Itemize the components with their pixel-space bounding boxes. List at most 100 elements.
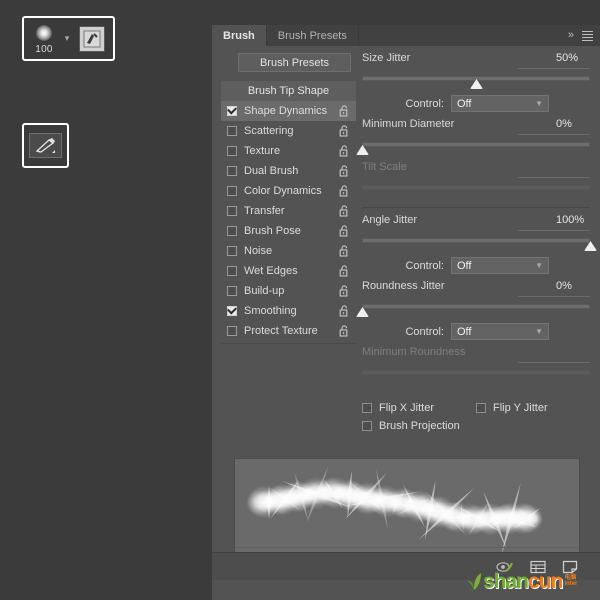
brush-panel: Brush Brush Presets » Brush Presets Brus… [212, 25, 600, 600]
brush-option-transfer[interactable]: Transfer [221, 201, 356, 221]
tab-brush-presets[interactable]: Brush Presets [267, 25, 359, 46]
padlock-open-icon[interactable] [339, 185, 350, 200]
minimum-roundness-slider [362, 367, 590, 383]
size-jitter-value-underline [518, 68, 590, 69]
brush-option-smoothing[interactable]: Smoothing [221, 301, 356, 321]
tilt-scale-label: Tilt Scale [362, 161, 407, 173]
soft-round-brush-icon [36, 24, 52, 41]
padlock-open-icon [339, 185, 348, 197]
padlock-open-icon[interactable] [339, 245, 350, 260]
padlock-open-icon [339, 325, 348, 337]
size-jitter-label: Size Jitter [362, 52, 411, 64]
minimum-diameter-label: Minimum Diameter [362, 118, 455, 130]
watermark-part2: cun [528, 569, 563, 593]
size-control-label: Control: [405, 97, 444, 110]
angle-control-label: Control: [405, 259, 444, 272]
padlock-open-icon [339, 145, 348, 157]
brush-option-texture[interactable]: Texture [221, 141, 356, 161]
brush-option-checkbox[interactable] [227, 306, 237, 316]
tablet-pressure-glyph [83, 30, 101, 47]
brush-options-toolbar[interactable]: 100 ▾ [22, 16, 115, 61]
brush-projection-label: Brush Projection [379, 420, 460, 432]
brush-option-checkbox[interactable] [227, 186, 237, 196]
brush-presets-button[interactable]: Brush Presets [238, 53, 351, 72]
padlock-open-icon [339, 165, 348, 177]
roundness-jitter-value-underline [518, 296, 590, 297]
roundness-jitter-slider[interactable] [356, 301, 590, 317]
size-jitter-slider[interactable] [362, 73, 590, 89]
brush-tip-shape-label: Brush Tip Shape [247, 85, 330, 97]
chevron-down-icon: ▼ [535, 327, 543, 336]
brush-option-checkbox[interactable] [227, 286, 237, 296]
brush-option-color-dynamics[interactable]: Color Dynamics [221, 181, 356, 201]
brush-option-protect-texture[interactable]: Protect Texture [221, 321, 356, 341]
padlock-open-icon[interactable] [339, 145, 350, 160]
size-control-dropdown[interactable]: Off ▼ [451, 95, 549, 112]
angle-jitter-slider[interactable] [362, 235, 597, 251]
watermark-tiny: 电脑 inter [564, 575, 577, 587]
angle-jitter-value[interactable]: 100% [556, 214, 590, 226]
padlock-open-icon[interactable] [339, 325, 350, 340]
minimum-diameter-header: Minimum Diameter 0% [362, 118, 590, 133]
brush-option-checkbox[interactable] [227, 146, 237, 156]
brush-option-checkbox[interactable] [227, 246, 237, 256]
flip-x-jitter-checkbox[interactable] [362, 403, 372, 413]
roundness-jitter-track [362, 304, 590, 309]
brush-option-checkbox[interactable] [227, 166, 237, 176]
shape-dynamics-settings: Size Jitter 50% Control: Off ▼ Minimum D… [356, 46, 597, 435]
chevron-down-icon[interactable]: ▾ [61, 22, 73, 56]
panel-tab-bar: Brush Brush Presets » [212, 25, 600, 46]
brush-option-dual-brush[interactable]: Dual Brush [221, 161, 356, 181]
angle-jitter-label: Angle Jitter [362, 214, 418, 226]
panel-body: Brush Presets Brush Tip Shape Shape Dyna… [212, 46, 600, 580]
padlock-open-icon[interactable] [339, 265, 350, 280]
size-control-value: Off [457, 97, 472, 110]
angle-control-dropdown[interactable]: Off ▼ [451, 257, 549, 274]
minimum-diameter-value-underline [518, 134, 590, 135]
brush-stroke-preview [234, 458, 580, 558]
tilt-scale-header: Tilt Scale [362, 161, 590, 176]
padlock-open-icon [339, 225, 348, 237]
padlock-open-icon[interactable] [339, 285, 350, 300]
roundness-jitter-value[interactable]: 0% [556, 280, 590, 292]
brush-option-shape-dynamics[interactable]: Shape Dynamics [221, 101, 356, 121]
padlock-open-icon[interactable] [339, 205, 350, 220]
minimum-diameter-value[interactable]: 0% [556, 118, 590, 130]
brush-option-checkbox[interactable] [227, 266, 237, 276]
tablet-pressure-icon[interactable] [79, 25, 105, 52]
brush-option-brush-pose[interactable]: Brush Pose [221, 221, 356, 241]
brush-projection-checkbox[interactable] [362, 421, 372, 431]
panel-tab-icons: » [568, 25, 600, 46]
padlock-open-icon[interactable] [339, 165, 350, 180]
brush-option-checkbox[interactable] [227, 226, 237, 236]
brush-option-checkbox[interactable] [227, 206, 237, 216]
padlock-open-icon[interactable] [339, 105, 350, 120]
minimum-diameter-track [362, 142, 590, 147]
padlock-open-icon[interactable] [339, 225, 350, 240]
brush-option-scattering[interactable]: Scattering [221, 121, 356, 141]
tab-brush-label: Brush [223, 29, 255, 42]
flip-y-jitter-checkbox[interactable] [476, 403, 487, 413]
minimum-diameter-slider[interactable] [356, 139, 590, 155]
size-jitter-header: Size Jitter 50% [362, 52, 590, 67]
brush-tool-button[interactable] [22, 123, 69, 168]
flip-jitter-checkboxes: Flip X Jitter Flip Y Jitter Brush Projec… [362, 399, 590, 435]
brush-option-noise[interactable]: Noise [221, 241, 356, 261]
brush-option-wet-edges[interactable]: Wet Edges [221, 261, 356, 281]
panel-menu-icon[interactable] [582, 30, 593, 41]
angle-jitter-track [362, 238, 590, 243]
double-chevron-right-icon[interactable]: » [568, 30, 574, 41]
tab-brush[interactable]: Brush [212, 25, 267, 46]
brush-option-checkbox[interactable] [227, 106, 237, 116]
flip-y-jitter-label: Flip Y Jitter [493, 402, 548, 414]
padlock-open-icon[interactable] [339, 125, 350, 140]
size-jitter-value[interactable]: 50% [556, 52, 590, 64]
minimum-roundness-track [362, 370, 590, 375]
brush-option-checkbox[interactable] [227, 126, 237, 136]
padlock-open-icon[interactable] [339, 305, 350, 320]
brush-option-checkbox[interactable] [227, 326, 237, 336]
brush-preset-thumbnail[interactable]: 100 [27, 22, 61, 56]
brush-tip-shape-item[interactable]: Brush Tip Shape [221, 81, 356, 101]
brush-option-build-up[interactable]: Build-up [221, 281, 356, 301]
roundness-control-dropdown[interactable]: Off ▼ [451, 323, 549, 340]
